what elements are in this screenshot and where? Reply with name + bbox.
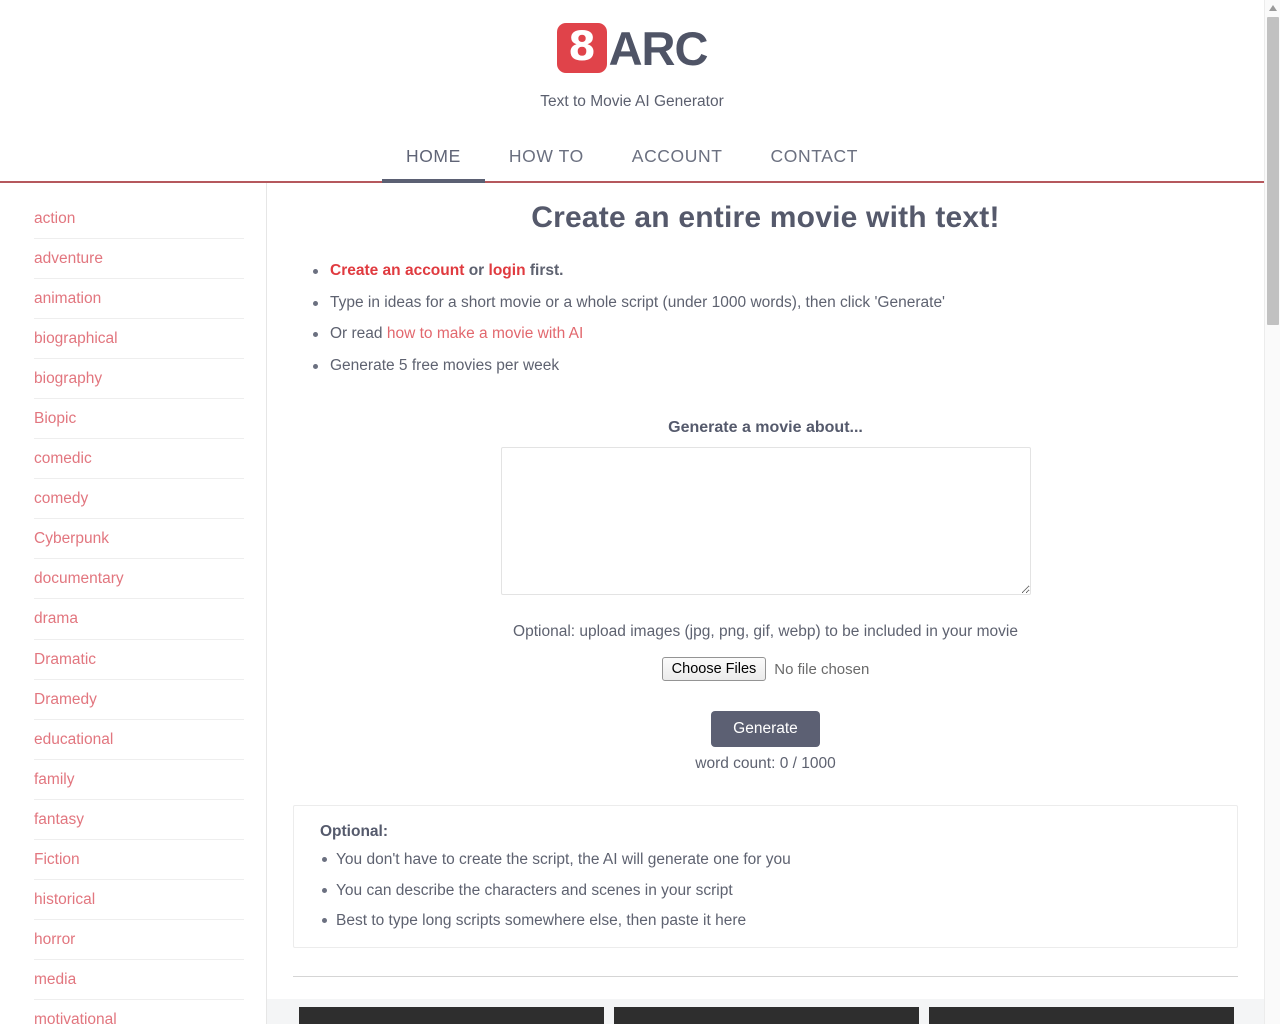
- sidebar-item-dramatic[interactable]: Dramatic: [34, 640, 244, 680]
- video-thumbnail-3[interactable]: [929, 1006, 1234, 1024]
- section-divider: [293, 975, 1238, 977]
- sidebar-item-motivational[interactable]: motivational: [34, 1000, 244, 1024]
- nav-item-how-to[interactable]: HOW TO: [485, 136, 608, 181]
- sidebar-item-dramedy[interactable]: Dramedy: [34, 680, 244, 720]
- intro-item-how-to: Or read how to make a movie with AI: [313, 325, 1264, 358]
- site-tagline: Text to Movie AI Generator: [540, 93, 724, 110]
- scrollbar-thumb[interactable]: [1267, 17, 1279, 325]
- sidebar-item-fantasy[interactable]: fantasy: [34, 800, 244, 840]
- generator-form: Generate a movie about... Optional: uplo…: [267, 419, 1264, 773]
- main-nav: HOME HOW TO ACCOUNT CONTACT: [0, 136, 1264, 183]
- sidebar-item-cyberpunk[interactable]: Cyberpunk: [34, 519, 244, 560]
- intro-item-create-account: Create an account or login first.: [313, 262, 1264, 295]
- sidebar-item-biography[interactable]: biography: [34, 359, 244, 400]
- generate-button[interactable]: Generate: [711, 711, 820, 747]
- sidebar-item-educational[interactable]: educational: [34, 720, 244, 760]
- optional-title: Optional:: [320, 823, 389, 840]
- page-scrollbar[interactable]: [1264, 0, 1280, 1024]
- logo[interactable]: 8 ARC: [0, 18, 1264, 78]
- intro-item3-prefix: Or read: [330, 325, 387, 342]
- sidebar-item-horror[interactable]: horror: [34, 920, 244, 960]
- logo-wordmark: ARC: [608, 21, 709, 75]
- page-viewport: 8 ARC Text to Movie AI Generator HOME HO…: [0, 0, 1264, 1024]
- prompt-label: Generate a movie about...: [668, 419, 863, 436]
- optional-item-2: You can describe the characters and scen…: [322, 882, 1215, 914]
- intro-bullet-list: Create an account or login first. Type i…: [267, 263, 1264, 389]
- genre-sidebar: action adventure animation biographical …: [0, 183, 267, 1024]
- how-to-make-movie-link[interactable]: how to make a movie with AI: [387, 325, 583, 342]
- word-count-label: word count: 0 / 1000: [695, 755, 836, 772]
- optional-info-box: Optional: You don't have to create the s…: [293, 805, 1238, 948]
- nav-item-home[interactable]: HOME: [381, 136, 485, 183]
- sidebar-item-historical[interactable]: historical: [34, 880, 244, 920]
- content-columns: action adventure animation biographical …: [0, 183, 1264, 1024]
- sidebar-item-comedic[interactable]: comedic: [34, 439, 244, 480]
- video-thumbnail-2[interactable]: [614, 1006, 919, 1024]
- nav-item-contact[interactable]: CONTACT: [747, 136, 882, 181]
- optional-item-1: You don't have to create the script, the…: [322, 852, 1215, 883]
- file-status-label: No file chosen: [774, 660, 870, 678]
- intro-item1-tail: first.: [525, 262, 564, 279]
- page-title: Create an entire movie with text!: [531, 201, 1000, 234]
- sidebar-item-drama[interactable]: drama: [34, 599, 244, 640]
- site-header: 8 ARC Text to Movie AI Generator HOME HO…: [0, 0, 1264, 183]
- create-account-link[interactable]: Create an account: [330, 262, 464, 279]
- video-thumbnail-strip: [267, 998, 1264, 1024]
- main-content: Create an entire movie with text! Create…: [267, 183, 1264, 1024]
- choose-files-button[interactable]: Choose Files: [661, 657, 767, 681]
- optional-bullet-list: You don't have to create the script, the…: [316, 852, 1215, 929]
- optional-item-3: Best to type long scripts somewhere else…: [322, 913, 1215, 929]
- sidebar-item-family[interactable]: family: [34, 760, 244, 800]
- sidebar-item-media[interactable]: media: [34, 960, 244, 1000]
- sidebar-item-fiction[interactable]: Fiction: [34, 840, 244, 880]
- sidebar-item-biopic[interactable]: Biopic: [34, 399, 244, 440]
- scroll-up-arrow-icon[interactable]: [1265, 0, 1280, 16]
- sidebar-item-biographical[interactable]: biographical: [34, 319, 244, 360]
- upload-note: Optional: upload images (jpg, png, gif, …: [513, 623, 1018, 640]
- prompt-textarea[interactable]: [500, 447, 1031, 595]
- intro-item-type-ideas: Type in ideas for a short movie or a who…: [313, 294, 1264, 327]
- sidebar-item-action[interactable]: action: [34, 205, 244, 240]
- intro-item1-mid: or: [464, 262, 489, 279]
- file-upload-row: Choose Files No file chosen: [267, 657, 1264, 681]
- page-root: 8 ARC Text to Movie AI Generator HOME HO…: [0, 0, 1280, 1024]
- sidebar-item-adventure[interactable]: adventure: [34, 239, 244, 280]
- login-link[interactable]: login: [489, 262, 526, 279]
- logo-mark-icon: 8: [556, 23, 607, 73]
- sidebar-item-documentary[interactable]: documentary: [34, 559, 244, 600]
- video-thumbnail-1[interactable]: [299, 1006, 604, 1024]
- sidebar-item-comedy[interactable]: comedy: [34, 479, 244, 520]
- nav-item-account[interactable]: ACCOUNT: [608, 136, 747, 181]
- intro-item-free-movies: Generate 5 free movies per week: [313, 357, 1264, 390]
- sidebar-item-animation[interactable]: animation: [34, 279, 244, 320]
